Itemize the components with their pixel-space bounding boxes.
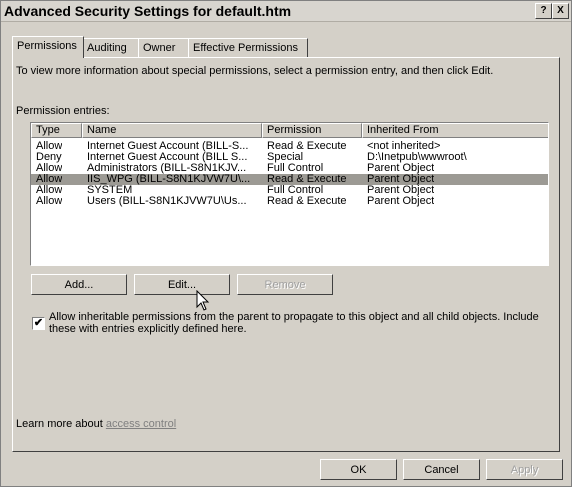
cell-permission: Special (267, 152, 304, 163)
cell-permission: Read & Execute (267, 196, 347, 207)
column-header-type[interactable]: Type (31, 123, 82, 138)
mouse-pointer-icon (196, 289, 210, 315)
cell-name: Internet Guest Account (BILL S... (87, 152, 248, 163)
cell-inherited-from: Parent Object (367, 174, 435, 185)
column-header-permission[interactable]: Permission (262, 123, 362, 138)
cell-type: Allow (36, 163, 63, 174)
list-header: Type Name Permission Inherited From (31, 123, 548, 138)
cell-permission: Full Control (267, 185, 324, 196)
ok-button[interactable]: OK (320, 459, 397, 480)
permission-entries-label: Permission entries: (16, 105, 110, 117)
cell-type: Allow (36, 196, 63, 207)
cell-inherited-from: Parent Object (367, 196, 435, 207)
window-title: Advanced Security Settings for default.h… (4, 3, 292, 19)
permission-entries-list[interactable]: Type Name Permission Inherited From Allo… (30, 122, 549, 266)
cell-type: Allow (36, 174, 63, 185)
tab-effective-permissions[interactable]: Effective Permissions (188, 38, 308, 57)
cell-name: Administrators (BILL-S8N1KJV... (87, 163, 247, 174)
cell-type: Deny (36, 152, 62, 163)
cell-name: SYSTEM (87, 185, 133, 196)
cell-inherited-from: Parent Object (367, 163, 435, 174)
tab-permissions[interactable]: Permissions (12, 36, 84, 58)
inherit-permissions-label[interactable]: Allow inheritable permissions from the p… (49, 311, 549, 335)
cell-type: Allow (36, 185, 63, 196)
add-button[interactable]: Add... (31, 274, 127, 295)
tab-auditing[interactable]: Auditing (82, 38, 140, 57)
cell-inherited-from: Parent Object (367, 185, 435, 196)
table-row-selected[interactable]: Allow IIS_WPG (BILL-S8N1KJVW7U\... Read … (31, 174, 548, 185)
cell-inherited-from: D:\Inetpub\wwwroot\ (367, 152, 467, 163)
cell-name: Users (BILL-S8N1KJVW7U\Us... (87, 196, 247, 207)
inherit-permissions-checkbox[interactable]: ✔ (32, 317, 45, 330)
cell-name: IIS_WPG (BILL-S8N1KJVW7U\... (87, 174, 251, 185)
table-row[interactable]: Allow Administrators (BILL-S8N1KJV... Fu… (31, 163, 548, 174)
cell-name: Internet Guest Account (BILL-S... (87, 141, 249, 152)
cell-permission: Read & Execute (267, 141, 347, 152)
remove-button[interactable]: Remove (237, 274, 333, 295)
table-row[interactable]: Deny Internet Guest Account (BILL S... S… (31, 152, 548, 163)
apply-button[interactable]: Apply (486, 459, 563, 480)
info-text: To view more information about special p… (16, 65, 494, 77)
column-header-name[interactable]: Name (82, 123, 262, 138)
tab-owner[interactable]: Owner (138, 38, 190, 57)
close-button[interactable]: X (552, 3, 569, 19)
table-row[interactable]: Allow Internet Guest Account (BILL-S... … (31, 141, 548, 152)
help-button[interactable]: ? (535, 3, 552, 19)
cell-permission: Full Control (267, 163, 324, 174)
title-bar[interactable]: Advanced Security Settings for default.h… (1, 1, 571, 22)
table-row[interactable]: Allow Users (BILL-S8N1KJVW7U\Us... Read … (31, 196, 548, 207)
cell-inherited-from: <not inherited> (367, 141, 441, 152)
column-header-inherited-from[interactable]: Inherited From (362, 123, 548, 138)
learn-more-prefix: Learn more about (16, 418, 106, 430)
edit-button[interactable]: Edit... (134, 274, 230, 295)
cell-permission: Read & Execute (267, 174, 347, 185)
access-control-link[interactable]: access control (106, 418, 176, 430)
cancel-button[interactable]: Cancel (403, 459, 480, 480)
table-row[interactable]: Allow SYSTEM Full Control Parent Object (31, 185, 548, 196)
learn-more-text: Learn more about access control (16, 418, 176, 430)
cell-type: Allow (36, 141, 63, 152)
